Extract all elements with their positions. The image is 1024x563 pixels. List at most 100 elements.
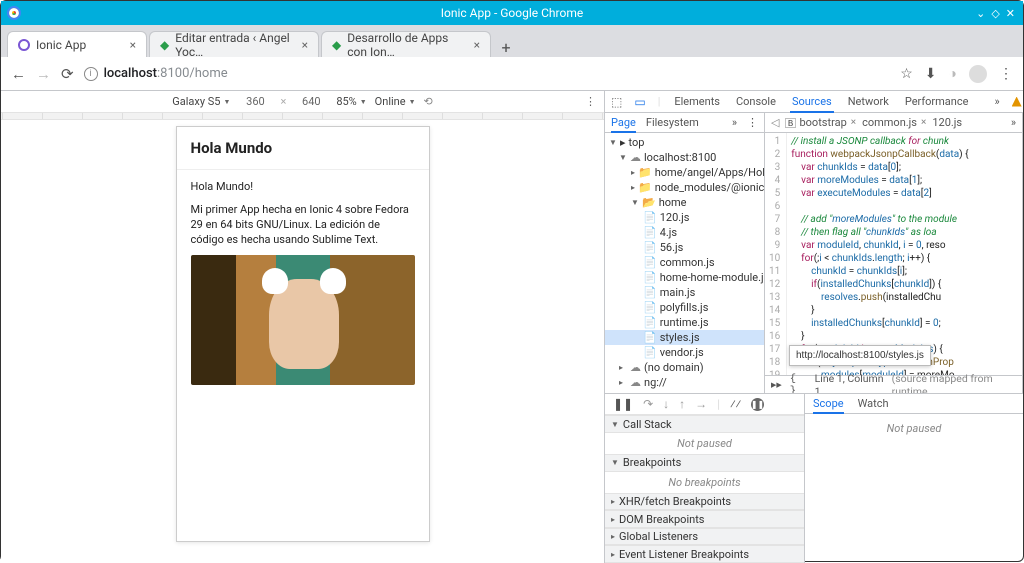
browser-tabstrip: Ionic App × ◆ Editar entrada ‹ Angel Yoc…	[1, 25, 1023, 57]
section-callstack[interactable]: ▼Call Stack	[605, 415, 804, 433]
new-tab-button[interactable]: +	[493, 38, 519, 57]
tree-file[interactable]: 📄runtime.js	[605, 315, 764, 330]
sources-navigator: Page Filesystem » ⋮ ▼▸top ▼☁localhost:81…	[605, 113, 765, 393]
step-out-button[interactable]: ↑	[679, 397, 685, 411]
tree-file[interactable]: 📄56.js	[605, 240, 764, 255]
app-header: Hola Mundo	[177, 127, 429, 170]
editor-tab[interactable]: 120.js	[932, 116, 962, 129]
devtools-more-icon[interactable]: »	[994, 95, 999, 108]
section-dom[interactable]: ▸DOM Breakpoints	[605, 510, 804, 528]
tree-folder[interactable]: ▸📁node_modules/@ionic/angu…	[605, 180, 764, 195]
section-event[interactable]: ▸Event Listener Breakpoints	[605, 545, 804, 563]
tab-scope[interactable]: Scope	[813, 397, 844, 414]
debugger-controls: ❚❚ ↷ ↓ ↑ → | ⁄⁄ ❚❚	[605, 394, 804, 415]
tab-console[interactable]: Console	[734, 95, 778, 108]
inspect-icon[interactable]: ⬚	[611, 95, 622, 109]
back-button[interactable]: ←	[11, 65, 26, 83]
deactivate-breakpoints-button[interactable]: ⁄⁄	[730, 397, 741, 411]
breakpoints-empty: No breakpoints	[605, 472, 804, 493]
tree-file[interactable]: 📄styles.js	[605, 330, 764, 345]
editor-tab[interactable]: 🄱bootstrap×	[785, 116, 856, 129]
step-into-button[interactable]: ↓	[663, 397, 669, 411]
tree-file[interactable]: 📄main.js	[605, 285, 764, 300]
editor-prev-icon[interactable]: ◁	[771, 116, 779, 129]
ruler	[1, 113, 604, 120]
profile-avatar[interactable]	[969, 65, 987, 83]
tree-node[interactable]: ▸☁(no domain)	[605, 360, 764, 375]
tab-label: Editar entrada ‹ Angel Yoc…	[175, 31, 295, 59]
pause-button[interactable]: ❚❚	[613, 397, 633, 411]
tree-file[interactable]: 📄polyfills.js	[605, 300, 764, 315]
device-more-icon[interactable]: ⋮	[585, 95, 596, 108]
extension-icon[interactable]: ◑	[949, 65, 957, 82]
site-info-icon[interactable]: i	[84, 67, 98, 81]
tab-label: Ionic App	[36, 38, 86, 52]
tab-watch[interactable]: Watch	[858, 397, 889, 410]
download-icon[interactable]: ⬇	[925, 66, 937, 82]
star-icon[interactable]: ☆	[900, 66, 913, 82]
pause-on-exceptions-button[interactable]: ❚❚	[751, 398, 764, 411]
tab-elements[interactable]: Elements	[672, 95, 722, 108]
menu-icon[interactable]: ⋮	[999, 66, 1013, 82]
rotate-icon[interactable]: ⟲	[424, 95, 433, 108]
tab-sources[interactable]: Sources	[790, 95, 834, 113]
debugger-panes: ❚❚ ↷ ↓ ↑ → | ⁄⁄ ❚❚ ▼Call Stack Not pause…	[605, 393, 1023, 563]
device-toolbar: Galaxy S5▼ 360 × 640 85%▼ Online▼ ⟲ ⋮	[1, 91, 604, 113]
step-over-button[interactable]: ↷	[643, 397, 653, 411]
forward-button[interactable]: →	[36, 65, 51, 83]
editor-tab[interactable]: common.js×	[862, 116, 926, 129]
url-field[interactable]: i localhost:8100/home	[84, 66, 891, 81]
section-global[interactable]: ▸Global Listeners	[605, 528, 804, 546]
browser-tab[interactable]: Ionic App ×	[7, 31, 147, 57]
browser-tab[interactable]: ◆ Editar entrada ‹ Angel Yoc… ×	[149, 31, 319, 57]
app-image	[191, 255, 415, 385]
tree-node[interactable]: ▸☁ng://	[605, 375, 764, 390]
wp-favicon: ◆	[332, 38, 341, 52]
zoom-select[interactable]: 85%▼	[336, 95, 366, 108]
tab-close-icon[interactable]: ×	[474, 38, 480, 52]
navigator-menu-icon[interactable]: ⋮	[747, 116, 758, 129]
app-title: Hola Mundo	[191, 139, 415, 157]
browser-tab[interactable]: ◆ Desarrollo de Apps con Ion… ×	[321, 31, 491, 57]
navigator-tab-filesystem[interactable]: Filesystem	[646, 116, 699, 129]
tree-file[interactable]: 📄common.js	[605, 255, 764, 270]
minimize-icon[interactable]: ⌄	[976, 7, 985, 20]
tab-close-icon[interactable]: ×	[130, 38, 136, 52]
device-height[interactable]: 640	[294, 95, 328, 108]
tree-file[interactable]: 📄vendor.js	[605, 345, 764, 360]
editor-more-icon[interactable]: »	[1011, 116, 1016, 129]
section-breakpoints[interactable]: ▼Breakpoints	[605, 454, 804, 472]
device-toggle-icon[interactable]: ▭	[634, 95, 645, 109]
app-description: Mi primer App hecha en Ionic 4 sobre Fed…	[191, 203, 415, 248]
tab-network[interactable]: Network	[846, 95, 891, 108]
phone-frame: Hola Mundo Hola Mundo! Mi primer App hec…	[176, 126, 430, 542]
device-viewport: Galaxy S5▼ 360 × 640 85%▼ Online▼ ⟲ ⋮ Ho…	[1, 91, 605, 563]
tab-close-icon[interactable]: ×	[302, 38, 308, 52]
step-button[interactable]: →	[695, 397, 707, 411]
tab-label: Desarrollo de Apps con Ion…	[347, 31, 467, 59]
section-xhr[interactable]: ▸XHR/fetch Breakpoints	[605, 493, 804, 511]
close-icon[interactable]: ✕	[1006, 7, 1015, 20]
callstack-empty: Not paused	[605, 433, 804, 454]
format-icon[interactable]: { }	[790, 373, 807, 394]
navigator-tab-page[interactable]: Page	[611, 116, 636, 133]
file-tree[interactable]: ▼▸top ▼☁localhost:8100 ▸📁home/angel/Apps…	[605, 133, 764, 393]
app-content: Hola Mundo! Mi primer App hecha en Ionic…	[177, 170, 429, 395]
network-select[interactable]: Online▼	[375, 95, 416, 108]
reload-button[interactable]: ⟳	[61, 65, 74, 83]
tree-folder[interactable]: ▸📁home/angel/Apps/HolaMund…	[605, 165, 764, 180]
tree-folder[interactable]: ▼📂home	[605, 195, 764, 210]
tab-performance[interactable]: Performance	[903, 95, 971, 108]
maximize-icon[interactable]: ◇	[991, 7, 999, 20]
tree-file[interactable]: 📄120.js	[605, 210, 764, 225]
tree-file[interactable]: 📄home-home-module.js	[605, 270, 764, 285]
tree-file[interactable]: 📄4.js	[605, 225, 764, 240]
navigator-more-icon[interactable]: »	[732, 116, 737, 129]
wp-favicon: ◆	[160, 38, 169, 52]
device-width[interactable]: 360	[238, 95, 272, 108]
chrome-icon	[7, 6, 21, 20]
device-select[interactable]: Galaxy S5▼	[172, 95, 230, 108]
code-area[interactable]: 123456789101112131415161718192021222324 …	[765, 133, 1022, 375]
warnings-badge[interactable]: 2	[1012, 95, 1023, 108]
scope-empty: Not paused	[805, 414, 1023, 563]
